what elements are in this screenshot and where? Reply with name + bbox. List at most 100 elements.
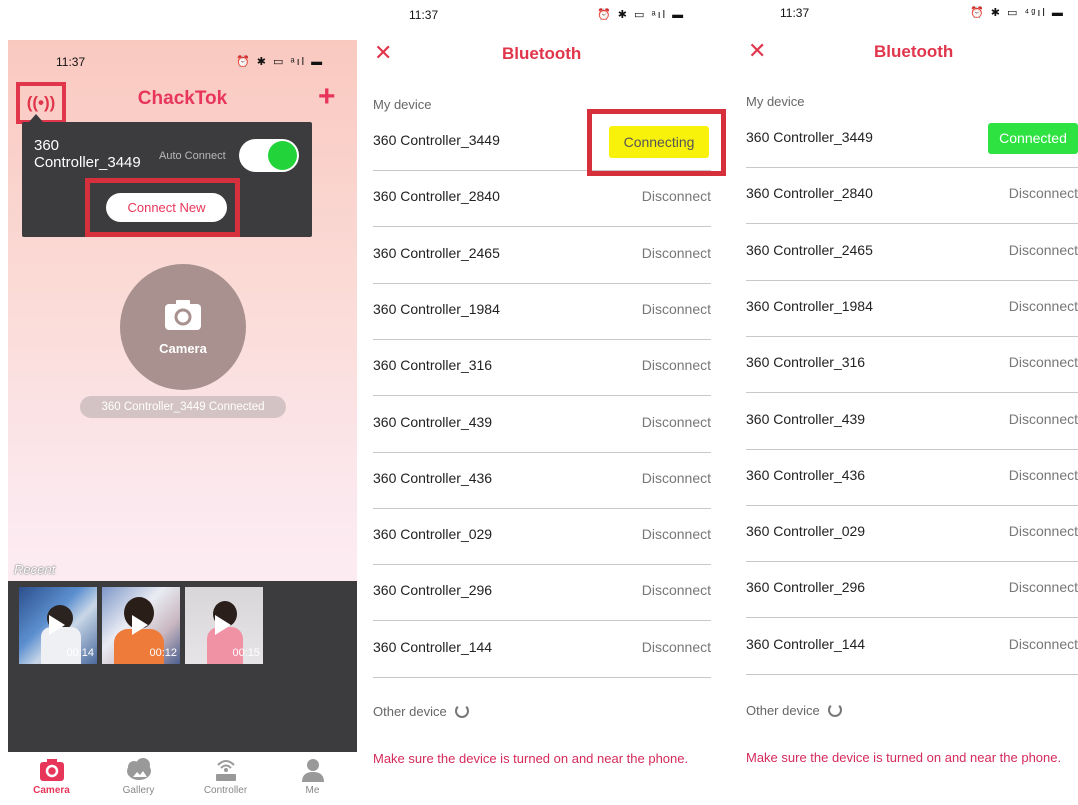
- device-name: 360 Controller_296: [373, 582, 493, 599]
- play-icon: [132, 615, 148, 635]
- tab-controller[interactable]: Controller: [182, 752, 269, 805]
- disconnect-button[interactable]: Disconnect: [1009, 523, 1078, 539]
- disconnect-button[interactable]: Disconnect: [642, 582, 711, 598]
- video-duration: 00:15: [232, 647, 260, 659]
- disconnect-button[interactable]: Disconnect: [642, 188, 711, 204]
- cloud-icon: [125, 757, 153, 783]
- video-thumbnail[interactable]: 00:15: [185, 587, 263, 664]
- my-device-label: My device: [373, 97, 432, 112]
- disconnect-button[interactable]: Disconnect: [642, 470, 711, 486]
- device-name: 360 Controller_3449: [746, 129, 873, 145]
- tab-gallery[interactable]: Gallery: [95, 752, 182, 805]
- disconnect-button[interactable]: Disconnect: [1009, 411, 1078, 427]
- device-row[interactable]: 360 Controller_2840 Disconnect: [373, 171, 711, 228]
- disconnect-button[interactable]: Disconnect: [642, 526, 711, 542]
- device-row[interactable]: 360 Controller_029 Disconnect: [746, 506, 1078, 563]
- disconnect-button[interactable]: Disconnect: [1009, 579, 1078, 595]
- camera-icon: [164, 299, 202, 331]
- status-time: 11:37: [409, 8, 439, 22]
- device-row[interactable]: 360 Controller_029 Disconnect: [373, 509, 711, 566]
- app-screen: 11:37 ⏰ ✱ ▭ ᵃıl ▬ ((•)) ChackTok + 360 C…: [8, 40, 357, 805]
- disconnect-button[interactable]: Disconnect: [642, 245, 711, 261]
- device-row[interactable]: 360 Controller_1984 Disconnect: [746, 281, 1078, 337]
- recent-area: 00:14 00:12 00:15: [8, 581, 357, 752]
- other-device-text: Other device: [373, 704, 447, 719]
- device-row[interactable]: 360 Controller_1984 Disconnect: [373, 284, 711, 340]
- device-name: 360 Controller_439: [373, 413, 493, 430]
- close-icon[interactable]: ✕: [374, 40, 392, 66]
- camera-label: Camera: [159, 340, 207, 356]
- disconnect-button[interactable]: Disconnect: [642, 357, 711, 373]
- device-row[interactable]: 360 Controller_296 Disconnect: [373, 565, 711, 622]
- device-name: 360 Controller_436: [373, 469, 493, 486]
- page-title: Bluetooth: [874, 42, 954, 61]
- user-icon: [299, 757, 327, 783]
- video-duration: 00:12: [149, 647, 177, 659]
- app-title: ChackTok: [137, 88, 228, 109]
- device-row[interactable]: 360 Controller_144 Disconnect: [746, 619, 1078, 675]
- add-icon[interactable]: +: [318, 82, 336, 112]
- device-row[interactable]: 360 Controller_2840 Disconnect: [746, 168, 1078, 225]
- disconnect-button[interactable]: Disconnect: [1009, 354, 1078, 370]
- video-thumbnail[interactable]: 00:14: [19, 587, 97, 664]
- hint-text: Make sure the device is turned on and ne…: [373, 751, 689, 766]
- device-row[interactable]: 360 Controller_436 Disconnect: [373, 453, 711, 509]
- my-device-label: My device: [746, 94, 805, 109]
- chacktok-home-screen: 11:37 ⏰ ✱ ▭ ᵃıl ▬ ((•)) ChackTok + 360 C…: [0, 0, 357, 805]
- device-row[interactable]: 360 Controller_439 Disconnect: [746, 394, 1078, 450]
- status-time: 11:37: [56, 55, 86, 69]
- device-name: 360 Controller_316: [746, 354, 866, 371]
- device-name: 360 Controller_1984: [746, 297, 873, 314]
- device-row[interactable]: 360 Controller_439 Disconnect: [373, 397, 711, 453]
- video-duration: 00:14: [66, 647, 94, 659]
- device-row[interactable]: 360 Controller_436 Disconnect: [746, 450, 1078, 506]
- disconnect-button[interactable]: Disconnect: [642, 639, 711, 655]
- device-row[interactable]: 360 Controller_2465 Disconnect: [373, 228, 711, 284]
- device-row[interactable]: 360 Controller_296 Disconnect: [746, 562, 1078, 619]
- refresh-icon[interactable]: [827, 703, 842, 717]
- tab-camera[interactable]: Camera: [8, 752, 95, 805]
- device-name: 360 Controller_296: [746, 579, 866, 596]
- tab-me[interactable]: Me: [269, 752, 356, 805]
- close-icon[interactable]: ✕: [748, 38, 766, 64]
- device-row[interactable]: 360 Controller_316 Disconnect: [746, 337, 1078, 394]
- status-icons: ⏰ ✱ ▭ ⁴ᵍıl ▬: [970, 7, 1065, 19]
- connecting-highlight: [587, 109, 726, 176]
- camera-button[interactable]: Camera: [120, 264, 246, 390]
- toggle-knob: [268, 141, 297, 170]
- device-name: 360 Controller_439: [746, 410, 866, 427]
- wifi-router-icon: [212, 757, 240, 783]
- device-name: 360 Controller_316: [373, 357, 493, 374]
- disconnect-button[interactable]: Disconnect: [642, 414, 711, 430]
- bluetooth-screen-connected: 11:37 ⏰ ✱ ▭ ⁴ᵍıl ▬ ✕ Bluetooth My device…: [738, 0, 1078, 805]
- disconnect-button[interactable]: Disconnect: [1009, 467, 1078, 483]
- device-name: 360 Controller_3449: [373, 132, 500, 148]
- refresh-icon[interactable]: [454, 704, 469, 718]
- video-thumbnail[interactable]: 00:12: [102, 587, 180, 664]
- connect-new-button[interactable]: Connect New: [106, 193, 227, 222]
- device-name: 360 Controller_029: [373, 526, 493, 543]
- device-name: 360 Controller_144: [746, 635, 866, 652]
- status-icons: ⏰ ✱ ▭ ᵃıl ▬: [597, 9, 686, 21]
- tab-label: Me: [305, 785, 320, 796]
- device-name: 360 Controller_436: [746, 466, 866, 483]
- device-name: 360 Controller_2465: [746, 241, 873, 258]
- other-device-label: Other device: [746, 703, 842, 718]
- connected-status-button[interactable]: Connected: [988, 123, 1078, 154]
- popup-device-name: 360 Controller_3449: [34, 137, 141, 171]
- device-row[interactable]: 360 Controller_2465 Disconnect: [746, 225, 1078, 281]
- device-name: 360 Controller_029: [746, 523, 866, 540]
- device-row[interactable]: 360 Controller_144 Disconnect: [373, 622, 711, 678]
- bluetooth-screen-connecting: 11:37 ⏰ ✱ ▭ ᵃıl ▬ ✕ Bluetooth My device …: [365, 0, 730, 805]
- disconnect-button[interactable]: Disconnect: [1009, 636, 1078, 652]
- disconnect-button[interactable]: Disconnect: [642, 301, 711, 317]
- device-row[interactable]: 360 Controller_316 Disconnect: [373, 340, 711, 397]
- disconnect-button[interactable]: Disconnect: [1009, 185, 1078, 201]
- tab-label: Gallery: [122, 785, 155, 796]
- status-bar: 11:37 ⏰ ✱ ▭ ᵃıl ▬: [8, 55, 357, 71]
- disconnect-button[interactable]: Disconnect: [1009, 242, 1078, 258]
- auto-connect-toggle[interactable]: [239, 139, 299, 172]
- play-icon: [49, 615, 65, 635]
- disconnect-button[interactable]: Disconnect: [1009, 298, 1078, 314]
- play-icon: [215, 615, 231, 635]
